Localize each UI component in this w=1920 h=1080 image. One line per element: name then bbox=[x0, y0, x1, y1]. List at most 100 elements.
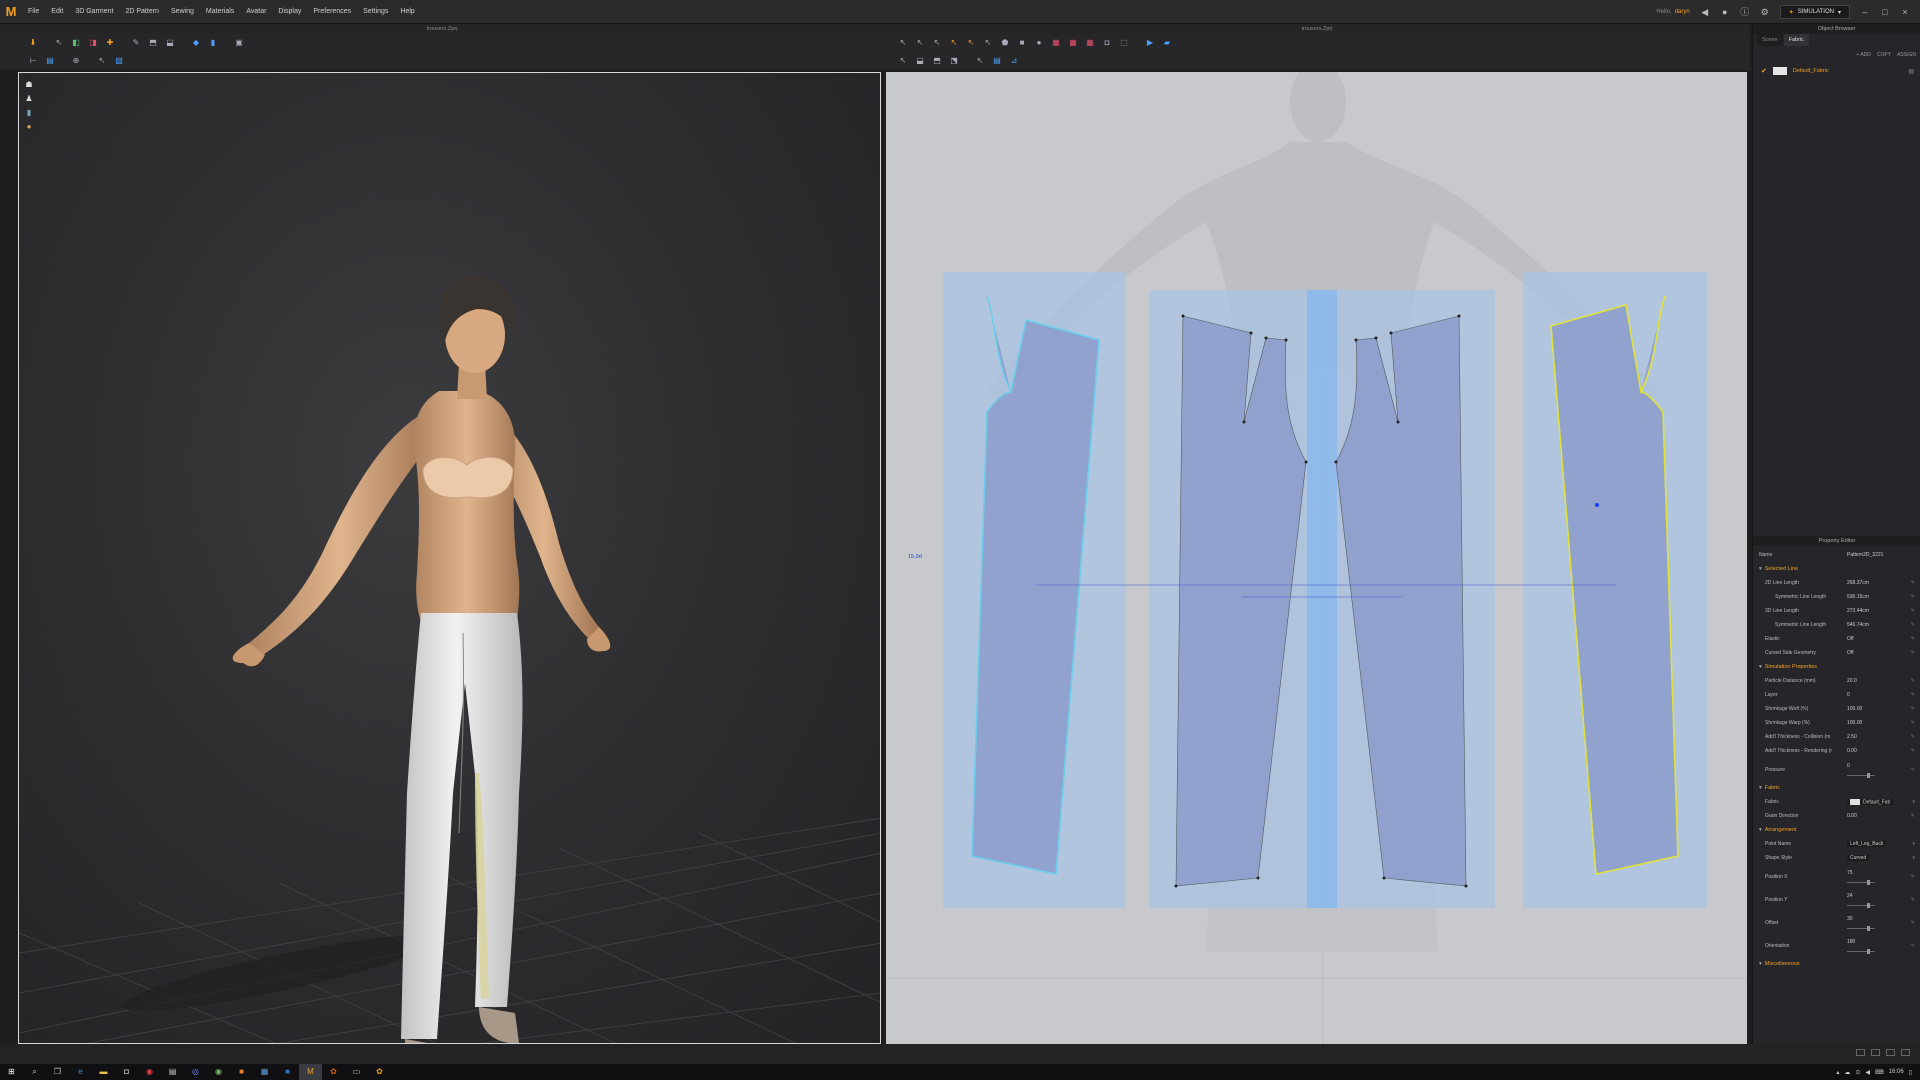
3d-viewport[interactable]: ☗ ♟ ▮ ● bbox=[18, 72, 881, 1044]
dart-icon[interactable]: ◘ bbox=[1100, 37, 1114, 49]
property-value[interactable]: 100.00 bbox=[1847, 706, 1862, 712]
edit-icon[interactable]: ✎ bbox=[1911, 943, 1915, 949]
app-icon-1[interactable]: ▤ bbox=[161, 1064, 184, 1080]
topstitch-icon[interactable]: ⬔ bbox=[947, 55, 961, 67]
simulate-icon[interactable]: ⬇ bbox=[26, 37, 40, 49]
property-value[interactable]: 268.37cm bbox=[1847, 580, 1869, 586]
cut-icon[interactable]: ↖ bbox=[981, 37, 995, 49]
polygon-icon[interactable]: ⬟ bbox=[998, 37, 1012, 49]
property-value[interactable]: 536.15cm bbox=[1847, 594, 1869, 600]
transform-pattern-icon[interactable]: ↖ bbox=[896, 37, 910, 49]
user-name[interactable]: daryn bbox=[1675, 9, 1690, 15]
property-value[interactable]: Off bbox=[1847, 650, 1854, 656]
edit-icon[interactable]: ✎ bbox=[1911, 692, 1915, 698]
start-icon[interactable]: ⊞ bbox=[0, 1064, 23, 1080]
app-icon-8[interactable]: ▭ bbox=[345, 1064, 368, 1080]
property-value[interactable]: Off bbox=[1847, 636, 1854, 642]
edit-curve-point-icon[interactable]: ↖ bbox=[964, 37, 978, 49]
speaker-icon[interactable]: ◀ bbox=[1700, 7, 1710, 17]
property-value[interactable]: 0 bbox=[1847, 692, 1850, 698]
pressure-value[interactable]: 0 bbox=[1847, 763, 1875, 769]
internal-rectangle-icon[interactable]: ▦ bbox=[1066, 37, 1080, 49]
property-slider[interactable] bbox=[1847, 880, 1875, 885]
show-garment-icon[interactable]: ▮ bbox=[206, 37, 220, 49]
property-value[interactable]: 75 bbox=[1847, 870, 1875, 876]
app-icon-4[interactable]: ■ bbox=[230, 1064, 253, 1080]
edit-icon[interactable]: ✎ bbox=[1911, 580, 1915, 586]
property-value[interactable]: 180 bbox=[1847, 939, 1875, 945]
network-icon[interactable]: ⊙ bbox=[1855, 1069, 1860, 1076]
tab-scene[interactable]: Scene bbox=[1757, 34, 1783, 46]
tab-fabric[interactable]: Fabric bbox=[1783, 34, 1809, 46]
menu-item-sewing[interactable]: Sewing bbox=[165, 8, 200, 15]
avatar-size-icon[interactable]: ▤ bbox=[43, 55, 57, 67]
user-icon[interactable]: ● bbox=[1720, 7, 1730, 17]
chrome-icon[interactable]: ◉ bbox=[138, 1064, 161, 1080]
property-slider[interactable] bbox=[1847, 926, 1875, 931]
section-arrangement[interactable]: Arrangement bbox=[1753, 823, 1920, 837]
section-miscellaneous[interactable]: Miscellaneous bbox=[1753, 957, 1920, 971]
property-value[interactable]: 0.00 bbox=[1847, 748, 1857, 754]
show-avatar-icon[interactable]: ◆ bbox=[189, 37, 203, 49]
pressure-slider[interactable] bbox=[1847, 773, 1875, 778]
menu-item-settings[interactable]: Settings bbox=[357, 8, 394, 15]
property-value[interactable]: 20.0 bbox=[1847, 678, 1857, 684]
edit-icon[interactable]: ✎ bbox=[1911, 897, 1915, 903]
edit-icon[interactable]: ✎ bbox=[1911, 678, 1915, 684]
app-icon-6[interactable]: ■ bbox=[276, 1064, 299, 1080]
app-icon-2[interactable]: ◎ bbox=[184, 1064, 207, 1080]
property-value[interactable]: 30 bbox=[1847, 916, 1875, 922]
fabric-select[interactable]: Default_Fab bbox=[1847, 798, 1894, 806]
avatar-display-icon[interactable]: ☗ bbox=[24, 79, 34, 90]
edit-icon[interactable]: ✎ bbox=[1911, 594, 1915, 600]
edit-icon[interactable]: ✎ bbox=[1911, 636, 1915, 642]
property-value[interactable]: 2.50 bbox=[1847, 734, 1857, 740]
layout-icon[interactable] bbox=[1856, 1049, 1865, 1056]
grain-value[interactable]: 0.00 bbox=[1847, 813, 1857, 819]
notifications-icon[interactable]: ▯ bbox=[1909, 1069, 1912, 1076]
file-explorer-icon[interactable]: ▬ bbox=[92, 1064, 115, 1080]
copy-fabric-button[interactable]: COPY bbox=[1877, 52, 1891, 58]
edit-icon[interactable]: ✎ bbox=[1911, 650, 1915, 656]
app-icon-7[interactable]: ✿ bbox=[322, 1064, 345, 1080]
texture-transform-icon[interactable]: ⬓ bbox=[913, 55, 927, 67]
fabric-menu-icon[interactable]: ▤ bbox=[1908, 68, 1914, 75]
menu-item-help[interactable]: Help bbox=[394, 8, 420, 15]
edit-icon[interactable]: ✎ bbox=[1911, 706, 1915, 712]
minimize-icon[interactable]: – bbox=[1860, 7, 1870, 17]
menu-item-preferences[interactable]: Preferences bbox=[307, 8, 357, 15]
select-move-icon[interactable]: ↖ bbox=[52, 37, 66, 49]
pin-icon[interactable]: ✎ bbox=[129, 37, 143, 49]
property-slider[interactable] bbox=[1847, 949, 1875, 954]
chevron-down-icon[interactable]: ▾ bbox=[1912, 799, 1915, 805]
arrangement-point-icon[interactable]: ⊕ bbox=[69, 55, 83, 67]
edit-icon[interactable]: ✎ bbox=[1911, 608, 1915, 614]
maximize-icon[interactable]: □ bbox=[1880, 7, 1890, 17]
tray-chevron-icon[interactable]: ▴ bbox=[1836, 1069, 1839, 1076]
marvelous-designer-taskbar-icon[interactable]: M bbox=[299, 1064, 322, 1080]
tack-icon[interactable]: ✚ bbox=[103, 37, 117, 49]
section-selected-line[interactable]: Selected Line bbox=[1753, 562, 1920, 576]
menu-item-file[interactable]: File bbox=[22, 8, 45, 15]
menu-item-avatar[interactable]: Avatar bbox=[240, 8, 272, 15]
app-icon-3[interactable]: ◉ bbox=[207, 1064, 230, 1080]
zipper-icon[interactable]: ⊿ bbox=[1007, 55, 1021, 67]
simulation-mode-button[interactable]: ✦ SIMULATION ▾ bbox=[1779, 5, 1850, 19]
keyboard-icon[interactable]: ⌨ bbox=[1875, 1069, 1884, 1076]
edge-browser-icon[interactable]: e bbox=[69, 1064, 92, 1080]
texture-edit-icon[interactable]: ↖ bbox=[896, 55, 910, 67]
avatar-measure-icon[interactable]: ⊢ bbox=[26, 55, 40, 67]
segment-sewing-icon[interactable]: ▶ bbox=[1143, 37, 1157, 49]
volume-icon[interactable]: ◀ bbox=[1865, 1069, 1870, 1076]
buttonhole-icon[interactable]: ▤ bbox=[990, 55, 1004, 67]
assign-fabric-button[interactable]: ASSIGN bbox=[1897, 52, 1916, 58]
layout-full-icon[interactable] bbox=[1886, 1049, 1895, 1056]
texture-display-icon[interactable]: ▮ bbox=[24, 107, 34, 118]
section-fabric[interactable]: Fabric bbox=[1753, 781, 1920, 795]
property-slider[interactable] bbox=[1847, 903, 1875, 908]
menu-item-3d-garment[interactable]: 3D Garment bbox=[69, 8, 119, 15]
add-fabric-button[interactable]: + ADD bbox=[1856, 52, 1871, 58]
property-value[interactable]: 546.74cm bbox=[1847, 622, 1869, 628]
edit-icon[interactable]: ✎ bbox=[1911, 720, 1915, 726]
shape-style-select[interactable]: Curved bbox=[1847, 855, 1870, 861]
